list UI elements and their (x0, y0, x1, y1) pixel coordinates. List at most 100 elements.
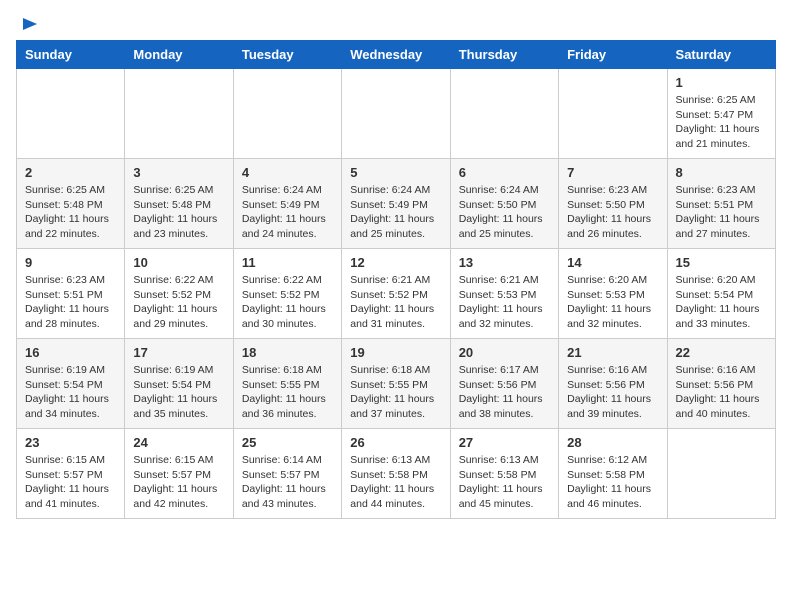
day-number: 21 (567, 345, 658, 360)
cell-details: Sunrise: 6:24 AM Sunset: 5:49 PM Dayligh… (242, 183, 333, 242)
cell-details: Sunrise: 6:23 AM Sunset: 5:51 PM Dayligh… (676, 183, 767, 242)
day-number: 27 (459, 435, 550, 450)
calendar-cell: 10 Sunrise: 6:22 AM Sunset: 5:52 PM Dayli… (125, 249, 233, 339)
cell-details: Sunrise: 6:16 AM Sunset: 5:56 PM Dayligh… (676, 363, 767, 422)
calendar-cell (450, 69, 558, 159)
weekday-header-monday: Monday (125, 41, 233, 69)
day-number: 7 (567, 165, 658, 180)
calendar-cell: 6 Sunrise: 6:24 AM Sunset: 5:50 PM Daylig… (450, 159, 558, 249)
day-number: 8 (676, 165, 767, 180)
cell-details: Sunrise: 6:23 AM Sunset: 5:50 PM Dayligh… (567, 183, 658, 242)
day-number: 14 (567, 255, 658, 270)
day-number: 23 (25, 435, 116, 450)
day-number: 3 (133, 165, 224, 180)
cell-details: Sunrise: 6:13 AM Sunset: 5:58 PM Dayligh… (350, 453, 441, 512)
calendar-cell: 20 Sunrise: 6:17 AM Sunset: 5:56 PM Dayli… (450, 339, 558, 429)
day-number: 5 (350, 165, 441, 180)
day-number: 25 (242, 435, 333, 450)
day-number: 1 (676, 75, 767, 90)
day-number: 17 (133, 345, 224, 360)
day-number: 10 (133, 255, 224, 270)
cell-details: Sunrise: 6:24 AM Sunset: 5:50 PM Dayligh… (459, 183, 550, 242)
day-number: 18 (242, 345, 333, 360)
calendar-cell: 24 Sunrise: 6:15 AM Sunset: 5:57 PM Dayli… (125, 429, 233, 519)
calendar-cell: 16 Sunrise: 6:19 AM Sunset: 5:54 PM Dayli… (17, 339, 125, 429)
calendar-cell: 15 Sunrise: 6:20 AM Sunset: 5:54 PM Dayli… (667, 249, 775, 339)
cell-details: Sunrise: 6:21 AM Sunset: 5:53 PM Dayligh… (459, 273, 550, 332)
day-number: 13 (459, 255, 550, 270)
calendar-cell: 19Sunrise: 6:18 AM Sunset: 5:55 PM Dayli… (342, 339, 450, 429)
calendar-cell: 12 Sunrise: 6:21 AM Sunset: 5:52 PM Dayli… (342, 249, 450, 339)
calendar-cell: 21 Sunrise: 6:16 AM Sunset: 5:56 PM Dayli… (559, 339, 667, 429)
cell-details: Sunrise: 6:21 AM Sunset: 5:52 PM Dayligh… (350, 273, 441, 332)
weekday-header-saturday: Saturday (667, 41, 775, 69)
calendar-cell: 3Sunrise: 6:25 AM Sunset: 5:48 PM Daylig… (125, 159, 233, 249)
weekday-header-friday: Friday (559, 41, 667, 69)
cell-details: Sunrise: 6:14 AM Sunset: 5:57 PM Dayligh… (242, 453, 333, 512)
calendar-cell: 26 Sunrise: 6:13 AM Sunset: 5:58 PM Dayli… (342, 429, 450, 519)
day-number: 16 (25, 345, 116, 360)
cell-details: Sunrise: 6:18 AM Sunset: 5:55 PM Dayligh… (242, 363, 333, 422)
cell-details: Sunrise: 6:19 AM Sunset: 5:54 PM Dayligh… (25, 363, 116, 422)
cell-details: Sunrise: 6:23 AM Sunset: 5:51 PM Dayligh… (25, 273, 116, 332)
cell-details: Sunrise: 6:25 AM Sunset: 5:47 PM Dayligh… (676, 93, 767, 152)
day-number: 9 (25, 255, 116, 270)
day-number: 20 (459, 345, 550, 360)
day-number: 24 (133, 435, 224, 450)
calendar-table: SundayMondayTuesdayWednesdayThursdayFrid… (16, 40, 776, 519)
day-number: 26 (350, 435, 441, 450)
calendar-week-row: 16 Sunrise: 6:19 AM Sunset: 5:54 PM Dayli… (17, 339, 776, 429)
day-number: 22 (676, 345, 767, 360)
day-number: 11 (242, 255, 333, 270)
calendar-cell: 2 Sunrise: 6:25 AM Sunset: 5:48 PM Daylig… (17, 159, 125, 249)
cell-details: Sunrise: 6:13 AM Sunset: 5:58 PM Dayligh… (459, 453, 550, 512)
calendar-cell: 7 Sunrise: 6:23 AM Sunset: 5:50 PM Daylig… (559, 159, 667, 249)
calendar-cell: 13 Sunrise: 6:21 AM Sunset: 5:53 PM Dayli… (450, 249, 558, 339)
calendar-cell: 27 Sunrise: 6:13 AM Sunset: 5:58 PM Dayli… (450, 429, 558, 519)
calendar-week-row: 2 Sunrise: 6:25 AM Sunset: 5:48 PM Daylig… (17, 159, 776, 249)
page-header (16, 16, 776, 32)
calendar-cell: 28 Sunrise: 6:12 AM Sunset: 5:58 PM Dayli… (559, 429, 667, 519)
cell-details: Sunrise: 6:22 AM Sunset: 5:52 PM Dayligh… (242, 273, 333, 332)
calendar-cell: 23 Sunrise: 6:15 AM Sunset: 5:57 PM Dayli… (17, 429, 125, 519)
cell-details: Sunrise: 6:25 AM Sunset: 5:48 PM Dayligh… (25, 183, 116, 242)
cell-details: Sunrise: 6:22 AM Sunset: 5:52 PM Dayligh… (133, 273, 224, 332)
day-number: 4 (242, 165, 333, 180)
cell-details: Sunrise: 6:19 AM Sunset: 5:54 PM Dayligh… (133, 363, 224, 422)
cell-details: Sunrise: 6:20 AM Sunset: 5:53 PM Dayligh… (567, 273, 658, 332)
calendar-cell (559, 69, 667, 159)
calendar-cell: 18 Sunrise: 6:18 AM Sunset: 5:55 PM Dayli… (233, 339, 341, 429)
cell-details: Sunrise: 6:16 AM Sunset: 5:56 PM Dayligh… (567, 363, 658, 422)
calendar-cell: 11 Sunrise: 6:22 AM Sunset: 5:52 PM Dayli… (233, 249, 341, 339)
logo-flag-icon (20, 16, 40, 36)
calendar-cell: 25 Sunrise: 6:14 AM Sunset: 5:57 PM Dayli… (233, 429, 341, 519)
calendar-cell: 22 Sunrise: 6:16 AM Sunset: 5:56 PM Dayli… (667, 339, 775, 429)
day-number: 2 (25, 165, 116, 180)
calendar-week-row: 1 Sunrise: 6:25 AM Sunset: 5:47 PM Daylig… (17, 69, 776, 159)
calendar-cell: 4 Sunrise: 6:24 AM Sunset: 5:49 PM Daylig… (233, 159, 341, 249)
calendar-cell: 9 Sunrise: 6:23 AM Sunset: 5:51 PM Daylig… (17, 249, 125, 339)
calendar-cell: 14 Sunrise: 6:20 AM Sunset: 5:53 PM Dayli… (559, 249, 667, 339)
calendar-cell: 5 Sunrise: 6:24 AM Sunset: 5:49 PM Daylig… (342, 159, 450, 249)
cell-details: Sunrise: 6:17 AM Sunset: 5:56 PM Dayligh… (459, 363, 550, 422)
logo (16, 20, 40, 32)
day-number: 19 (350, 345, 441, 360)
cell-details: Sunrise: 6:15 AM Sunset: 5:57 PM Dayligh… (133, 453, 224, 512)
cell-details: Sunrise: 6:24 AM Sunset: 5:49 PM Dayligh… (350, 183, 441, 242)
day-number: 12 (350, 255, 441, 270)
day-number: 15 (676, 255, 767, 270)
calendar-week-row: 9 Sunrise: 6:23 AM Sunset: 5:51 PM Daylig… (17, 249, 776, 339)
calendar-cell (342, 69, 450, 159)
calendar-cell: 1 Sunrise: 6:25 AM Sunset: 5:47 PM Daylig… (667, 69, 775, 159)
cell-details: Sunrise: 6:12 AM Sunset: 5:58 PM Dayligh… (567, 453, 658, 512)
calendar-cell: 8 Sunrise: 6:23 AM Sunset: 5:51 PM Daylig… (667, 159, 775, 249)
day-number: 28 (567, 435, 658, 450)
calendar-cell: 17 Sunrise: 6:19 AM Sunset: 5:54 PM Dayli… (125, 339, 233, 429)
calendar-cell (667, 429, 775, 519)
calendar-week-row: 23 Sunrise: 6:15 AM Sunset: 5:57 PM Dayli… (17, 429, 776, 519)
calendar-cell (233, 69, 341, 159)
cell-details: Sunrise: 6:20 AM Sunset: 5:54 PM Dayligh… (676, 273, 767, 332)
cell-details: Sunrise: 6:15 AM Sunset: 5:57 PM Dayligh… (25, 453, 116, 512)
weekday-header-wednesday: Wednesday (342, 41, 450, 69)
day-number: 6 (459, 165, 550, 180)
